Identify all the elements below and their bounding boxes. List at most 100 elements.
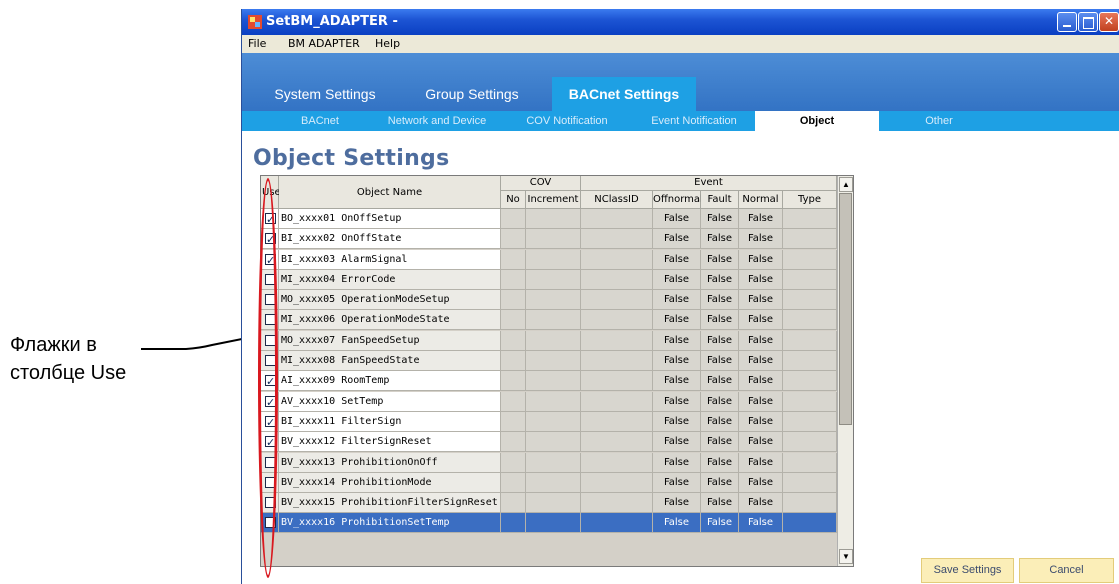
offnormal-cell[interactable]: False [653,411,701,432]
table-row[interactable]: BV_xxxx12 FilterSignResetFalseFalseFalse [261,432,837,453]
close-icon[interactable] [1099,12,1119,32]
type-cell[interactable] [783,493,837,514]
use-cell[interactable] [261,310,279,331]
object-name-cell[interactable]: MI_xxxx04 ErrorCode [279,269,501,290]
object-name-cell[interactable]: BV_xxxx16 ProhibitionSetTemp [279,513,501,534]
cov-no-cell[interactable] [501,493,526,514]
save-settings-button[interactable]: Save Settings [921,558,1014,583]
menu-file[interactable]: File [248,37,266,50]
type-cell[interactable] [783,229,837,250]
subtab-network-device[interactable]: Network and Device [372,111,502,131]
use-checkbox[interactable] [265,210,276,228]
cov-no-cell[interactable] [501,391,526,412]
header-fault[interactable]: Fault [701,191,739,209]
offnormal-cell[interactable]: False [653,330,701,351]
table-row[interactable]: BI_xxxx11 FilterSignFalseFalseFalse [261,411,837,432]
table-row[interactable]: BV_xxxx13 ProhibitionOnOff False False Fals… [261,452,837,473]
use-cell[interactable] [261,452,279,473]
use-cell[interactable] [261,351,279,372]
cov-no-cell[interactable] [501,330,526,351]
cov-no-cell[interactable] [501,351,526,372]
use-checkbox[interactable] [265,294,276,306]
nclassid-cell[interactable] [581,290,653,311]
menu-help[interactable]: Help [375,37,400,50]
type-cell[interactable] [783,249,837,270]
fault-cell[interactable]: False [701,452,739,473]
table-row[interactable]: BO_xxxx01 OnOffSetupFalseFalseFalse [261,209,837,229]
maximize-icon[interactable] [1078,12,1098,32]
header-increment[interactable]: Increment [526,191,581,209]
cov-increment-cell[interactable] [526,209,581,229]
nclassid-cell[interactable] [581,351,653,372]
nclassid-cell[interactable] [581,452,653,473]
fault-cell[interactable]: False [701,371,739,392]
offnormal-cell[interactable]: False [653,249,701,270]
normal-cell[interactable]: False [739,351,783,372]
fault-cell[interactable]: False [701,330,739,351]
normal-cell[interactable]: False [739,513,783,534]
table-row[interactable]: MI_xxxx08 FanSpeedState False False False [261,351,837,372]
use-checkbox[interactable] [265,456,276,468]
subtab-event-notification[interactable]: Event Notification [638,111,750,131]
offnormal-cell[interactable]: False [653,493,701,514]
table-row[interactable]: BV_xxxx14 ProhibitionMode False False False [261,472,837,493]
fault-cell[interactable]: False [701,432,739,453]
offnormal-cell[interactable]: False [653,513,701,534]
normal-cell[interactable]: False [739,229,783,250]
object-name-cell[interactable]: BV_xxxx15 ProhibitionFilterSignReset [279,493,501,514]
object-name-cell[interactable]: BI_xxxx02 OnOffState [279,229,501,250]
nclassid-cell[interactable] [581,209,653,229]
header-no[interactable]: No [501,191,526,209]
object-name-cell[interactable]: MO_xxxx05 OperationModeSetup [279,290,501,311]
cov-increment-cell[interactable] [526,513,581,534]
use-cell[interactable] [261,493,279,514]
type-cell[interactable] [783,513,837,534]
header-use[interactable]: Use [261,176,281,209]
cov-increment-cell[interactable] [526,371,581,392]
table-row[interactable]: BI_xxxx03 AlarmSignalFalseFalseFalse [261,249,837,270]
cov-increment-cell[interactable] [526,269,581,290]
normal-cell[interactable]: False [739,209,783,229]
tab-group-settings[interactable]: Group Settings [412,77,532,111]
cov-no-cell[interactable] [501,269,526,290]
table-row[interactable]: MI_xxxx04 ErrorCode False False False [261,269,837,290]
cov-increment-cell[interactable] [526,432,581,453]
nclassid-cell[interactable] [581,310,653,331]
table-row[interactable]: MO_xxxx07 FanSpeedSetup False False False [261,330,837,351]
cov-increment-cell[interactable] [526,411,581,432]
use-checkbox[interactable] [265,497,276,509]
use-cell[interactable] [261,290,279,311]
offnormal-cell[interactable]: False [653,452,701,473]
cov-no-cell[interactable] [501,371,526,392]
header-object-name[interactable]: Object Name [279,176,501,209]
type-cell[interactable] [783,432,837,453]
table-row[interactable]: AI_xxxx09 RoomTempFalseFalseFalse [261,371,837,392]
tab-bacnet-settings[interactable]: BACnet Settings [552,77,696,111]
object-name-cell[interactable]: MI_xxxx08 FanSpeedState [279,351,501,372]
table-row[interactable]: AV_xxxx10 SetTempFalseFalseFalse [261,391,837,412]
cov-increment-cell[interactable] [526,452,581,473]
cov-no-cell[interactable] [501,310,526,331]
use-cell[interactable] [261,229,279,250]
subtab-cov-notification[interactable]: COV Notification [512,111,622,131]
object-name-cell[interactable]: MO_xxxx07 FanSpeedSetup [279,330,501,351]
cov-increment-cell[interactable] [526,290,581,311]
use-cell[interactable] [261,371,279,392]
table-row[interactable]: BV_xxxx16 ProhibitionSetTemp False False Fa… [261,513,837,534]
cov-no-cell[interactable] [501,452,526,473]
object-name-cell[interactable]: MI_xxxx06 OperationModeState [279,310,501,331]
fault-cell[interactable]: False [701,290,739,311]
normal-cell[interactable]: False [739,432,783,453]
use-checkbox[interactable] [265,355,276,367]
nclassid-cell[interactable] [581,229,653,250]
offnormal-cell[interactable]: False [653,472,701,493]
fault-cell[interactable]: False [701,209,739,229]
header-nclassid[interactable]: NClassID [581,191,653,209]
offnormal-cell[interactable]: False [653,432,701,453]
use-checkbox[interactable] [265,393,276,411]
cov-no-cell[interactable] [501,249,526,270]
fault-cell[interactable]: False [701,351,739,372]
use-cell[interactable] [261,432,279,453]
type-cell[interactable] [783,391,837,412]
normal-cell[interactable]: False [739,249,783,270]
